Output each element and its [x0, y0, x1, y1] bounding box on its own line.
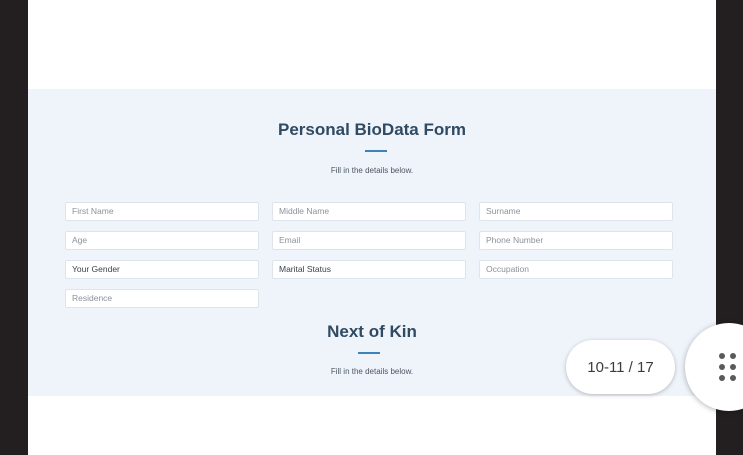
occupation-field[interactable]: Occupation [479, 260, 673, 279]
kin-divider [358, 352, 380, 354]
page-indicator[interactable]: 10-11 / 17 [566, 340, 675, 394]
email-field[interactable]: Email [272, 231, 466, 250]
residence-field[interactable]: Residence [65, 289, 259, 308]
age-field[interactable]: Age [65, 231, 259, 250]
form-subtitle: Fill in the details below. [330, 166, 414, 175]
next-of-kin-title: Next of Kin [327, 322, 417, 341]
surname-field[interactable]: Surname [479, 202, 673, 221]
phone-number-field[interactable]: Phone Number [479, 231, 673, 250]
form-title: Personal BioData Form [278, 120, 466, 139]
marital-status-select[interactable]: Marital Status [272, 260, 466, 279]
middle-name-field[interactable]: Middle Name [272, 202, 466, 221]
grid-dots-icon [719, 353, 741, 383]
first-name-field[interactable]: First Name [65, 202, 259, 221]
gender-select[interactable]: Your Gender [65, 260, 259, 279]
title-divider [365, 150, 387, 152]
